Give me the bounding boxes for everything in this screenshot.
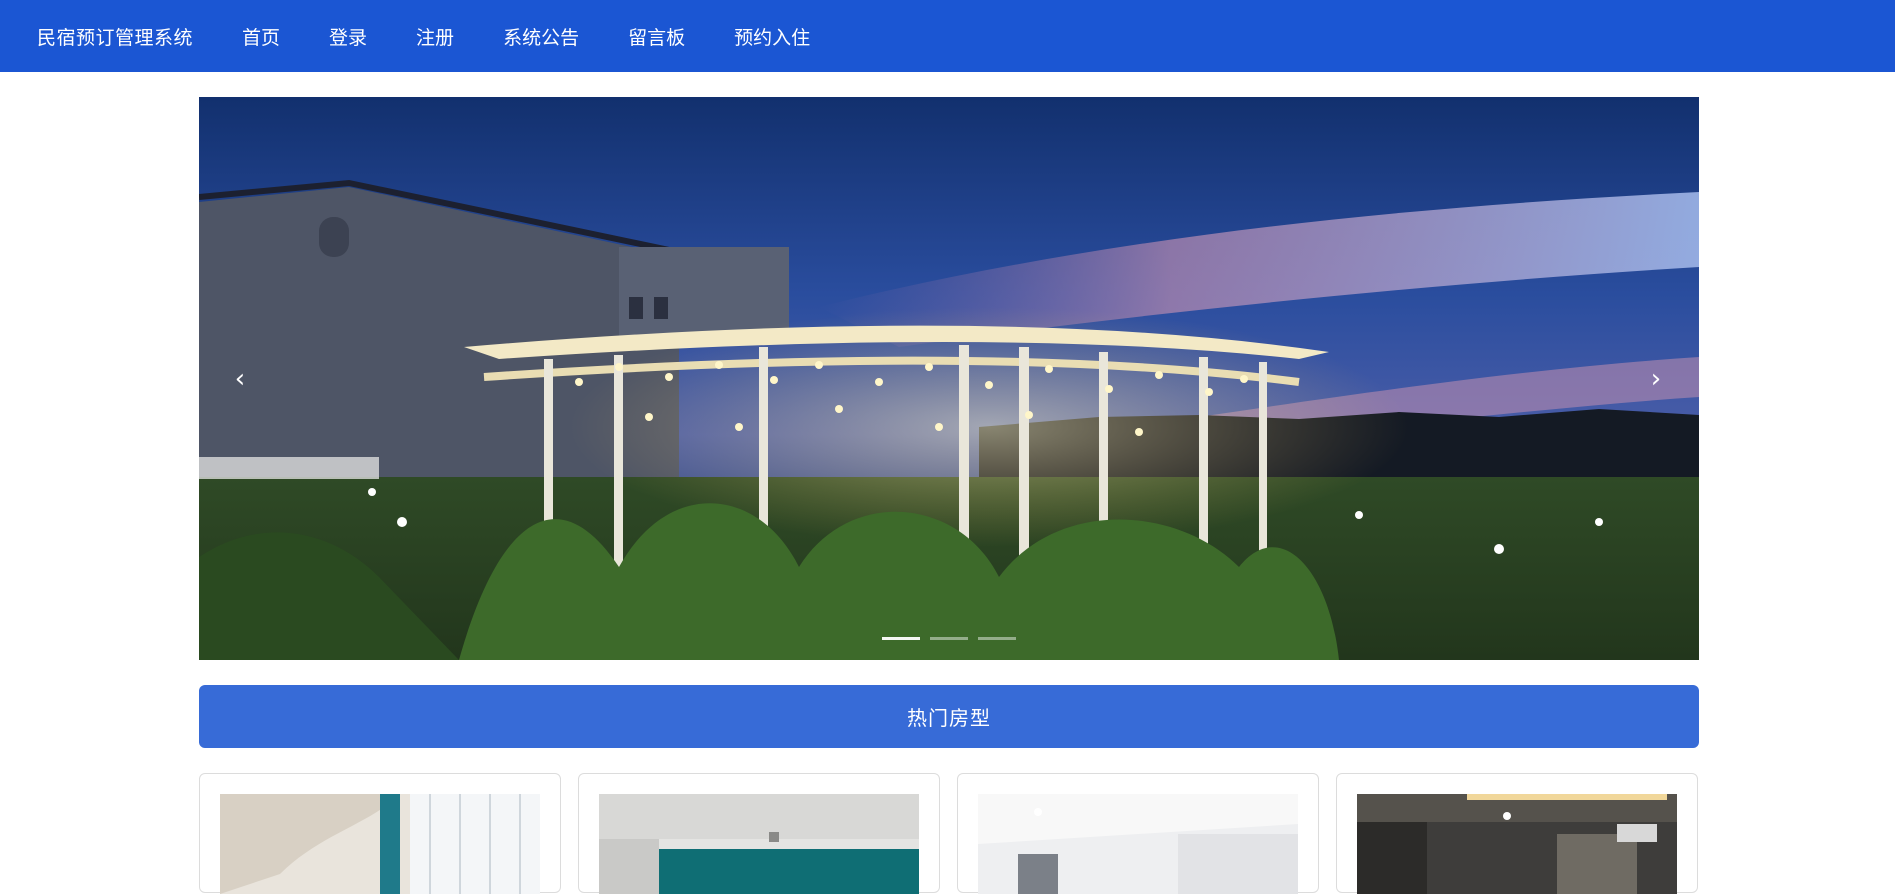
- nav-item-booking[interactable]: 预约入住: [734, 23, 810, 50]
- room-image[interactable]: [1357, 794, 1677, 894]
- carousel-indicators: [882, 637, 1016, 640]
- top-navbar: 民宿预订管理系统 首页 登录 注册 系统公告 留言板 预约入住: [0, 0, 1895, 72]
- nav-item-home[interactable]: 首页: [242, 23, 280, 50]
- nav-item-message-board[interactable]: 留言板: [628, 23, 685, 50]
- section-header-popular-rooms: 热门房型: [199, 685, 1699, 748]
- carousel-indicator-1[interactable]: [882, 637, 920, 640]
- section-title: 热门房型: [907, 706, 991, 730]
- site-brand[interactable]: 民宿预订管理系统: [37, 23, 193, 50]
- nav-item-login[interactable]: 登录: [329, 23, 367, 50]
- room-card[interactable]: [1336, 773, 1698, 894]
- nav-item-register[interactable]: 注册: [416, 23, 454, 50]
- banner-carousel[interactable]: [199, 97, 1699, 660]
- room-image[interactable]: [599, 794, 919, 894]
- carousel-prev-button[interactable]: ‹: [220, 360, 260, 400]
- carousel-indicator-3[interactable]: [978, 637, 1016, 640]
- room-card[interactable]: [957, 773, 1319, 894]
- room-image[interactable]: [978, 794, 1298, 894]
- room-image[interactable]: [220, 794, 540, 894]
- room-card[interactable]: [578, 773, 940, 894]
- banner-image: [199, 97, 1699, 660]
- room-card[interactable]: [199, 773, 561, 894]
- carousel-next-button[interactable]: ›: [1636, 360, 1676, 400]
- nav-item-announcements[interactable]: 系统公告: [503, 23, 579, 50]
- carousel-indicator-2[interactable]: [930, 637, 968, 640]
